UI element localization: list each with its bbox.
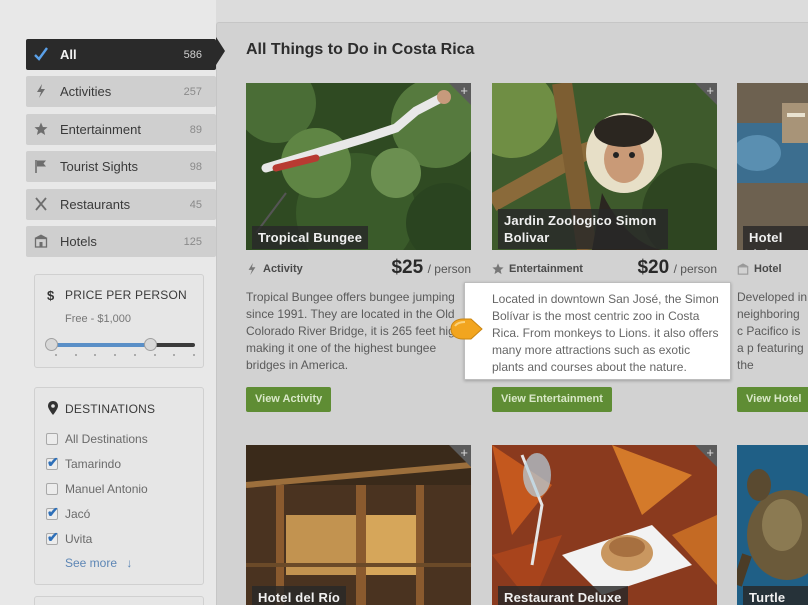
price-amount: $25: [391, 257, 424, 278]
building-icon: [737, 263, 749, 275]
destination-manuel-antonio[interactable]: Manuel Antonio: [46, 482, 148, 496]
category-all[interactable]: All 586: [26, 39, 224, 70]
card-type: Activity: [246, 263, 303, 275]
price-slider-min-handle[interactable]: [45, 338, 58, 351]
destination-jaco[interactable]: Jacó: [46, 504, 91, 521]
next-filter-panel: [34, 596, 204, 605]
card-price: $25 / person: [361, 257, 471, 279]
lightning-icon: [248, 263, 256, 275]
destination-all[interactable]: All Destinations: [46, 432, 148, 446]
checkbox[interactable]: [46, 483, 58, 495]
category-count: 257: [183, 85, 202, 98]
category-count: 125: [183, 235, 202, 248]
utensils-icon: [35, 197, 47, 211]
card-caption: Hotel del: [743, 226, 808, 250]
turtle-photo: [737, 445, 808, 605]
view-hotel-button[interactable]: View Hotel: [737, 387, 808, 412]
see-more-label: See more: [65, 556, 118, 570]
category-label: Entertainment: [60, 122, 141, 137]
destination-tamarindo[interactable]: Tamarindo: [46, 454, 122, 471]
title-pointer: [216, 37, 225, 65]
card-type-label: Hotel: [754, 263, 782, 275]
price-slider-ticks: [55, 354, 195, 356]
card-image-tropical-bungee[interactable]: + Tropical Bungee: [246, 83, 471, 250]
dollar-icon: $: [47, 288, 55, 303]
card-image-turtle[interactable]: Turtle Wa: [737, 445, 808, 605]
price-slider-max-handle[interactable]: [144, 338, 158, 351]
price-range-label: Free - $1,000: [65, 313, 132, 325]
price-unit: / person: [673, 262, 717, 276]
price-slider-fill: [51, 343, 151, 347]
category-label: Restaurants: [60, 197, 131, 212]
building-icon: [34, 234, 48, 248]
category-label: Hotels: [60, 234, 97, 249]
view-entertainment-button[interactable]: View Entertainment: [492, 387, 612, 412]
card-type: Hotel: [737, 263, 782, 275]
card-type-label: Activity: [263, 263, 303, 275]
card-price: $20 / person: [607, 257, 717, 279]
view-activity-button[interactable]: View Activity: [246, 387, 332, 412]
category-count: 89: [189, 123, 202, 136]
card-image-hotel[interactable]: Hotel del: [737, 83, 808, 250]
category-hotels[interactable]: Hotels 125: [26, 226, 216, 257]
category-count: 586: [183, 48, 202, 61]
page-title: All Things to Do in Costa Rica: [246, 41, 475, 58]
category-entertainment[interactable]: Entertainment 89: [26, 114, 216, 145]
destination-label: Tamarindo: [65, 457, 122, 471]
price-slider[interactable]: [45, 338, 195, 351]
card-caption: Hotel del Río: [252, 586, 347, 605]
card-caption: Tropical Bungee: [252, 226, 369, 249]
star-icon: [492, 263, 504, 275]
hotel-wooden-photo: [246, 445, 471, 605]
category-count: 45: [189, 198, 202, 211]
card-image-restaurant-deluxe[interactable]: + Restaurant Deluxe: [492, 445, 717, 605]
price-filter-title: PRICE PER PERSON: [65, 288, 187, 302]
lightning-icon: [37, 84, 45, 98]
checkmark-icon: [34, 47, 48, 61]
destination-label: All Destinations: [65, 432, 148, 446]
category-tourist-sights[interactable]: Tourist Sights 98: [26, 151, 216, 182]
destination-uvita[interactable]: Uvita: [46, 529, 93, 546]
destination-label: Manuel Antonio: [65, 482, 148, 496]
hotel-pool-photo: [737, 83, 808, 250]
card-type-label: Entertainment: [509, 263, 583, 275]
card-caption: Jardin Zoologico Simon Bolivar: [498, 209, 668, 249]
category-label: Tourist Sights: [60, 159, 139, 174]
destination-label: Uvita: [65, 532, 93, 546]
category-label: Activities: [60, 84, 112, 99]
card-description: Developed in neighboring c Pacifico is a…: [737, 290, 808, 372]
checkbox-checked[interactable]: [46, 529, 59, 546]
destinations-panel: DESTINATIONS All Destinations Tamarindo …: [34, 387, 204, 585]
card-caption: Turtle Wa: [743, 586, 808, 605]
star-icon: [34, 122, 48, 135]
restaurant-dish-photo: [492, 445, 717, 605]
destination-label: Jacó: [65, 507, 91, 521]
destinations-title: DESTINATIONS: [65, 402, 156, 416]
see-more-link[interactable]: See more ↓: [65, 556, 132, 570]
tooltip-pointer-icon: [450, 318, 483, 340]
sidebar: All 586 Activities 257 Entertainment 89 …: [0, 0, 224, 605]
card-image-hotel-del-rio[interactable]: + Hotel del Río: [246, 445, 471, 605]
card-type: Entertainment: [492, 263, 583, 275]
checkbox-checked[interactable]: [46, 454, 59, 471]
price-unit: / person: [427, 262, 471, 276]
category-restaurants[interactable]: Restaurants 45: [26, 189, 216, 220]
category-label: All: [60, 47, 77, 62]
checkbox[interactable]: [46, 433, 58, 445]
category-activities[interactable]: Activities 257: [26, 76, 216, 107]
location-pin-icon: [48, 401, 58, 415]
category-count: 98: [189, 160, 202, 173]
bungee-photo: [246, 83, 471, 250]
card-description: Tropical Bungee offers bungee jumping si…: [246, 290, 462, 372]
card-caption: Restaurant Deluxe: [498, 586, 628, 605]
arrow-down-icon: ↓: [126, 556, 133, 570]
flag-icon: [35, 160, 46, 173]
checkbox-checked[interactable]: [46, 504, 59, 521]
price-filter-panel: $ PRICE PER PERSON Free - $1,000: [34, 274, 204, 368]
description-tooltip: Located in downtown San José, the Simon …: [464, 282, 731, 380]
card-image-zoo[interactable]: + Jardin Zoologico Simon Bolivar: [492, 83, 717, 250]
price-amount: $20: [637, 257, 670, 278]
